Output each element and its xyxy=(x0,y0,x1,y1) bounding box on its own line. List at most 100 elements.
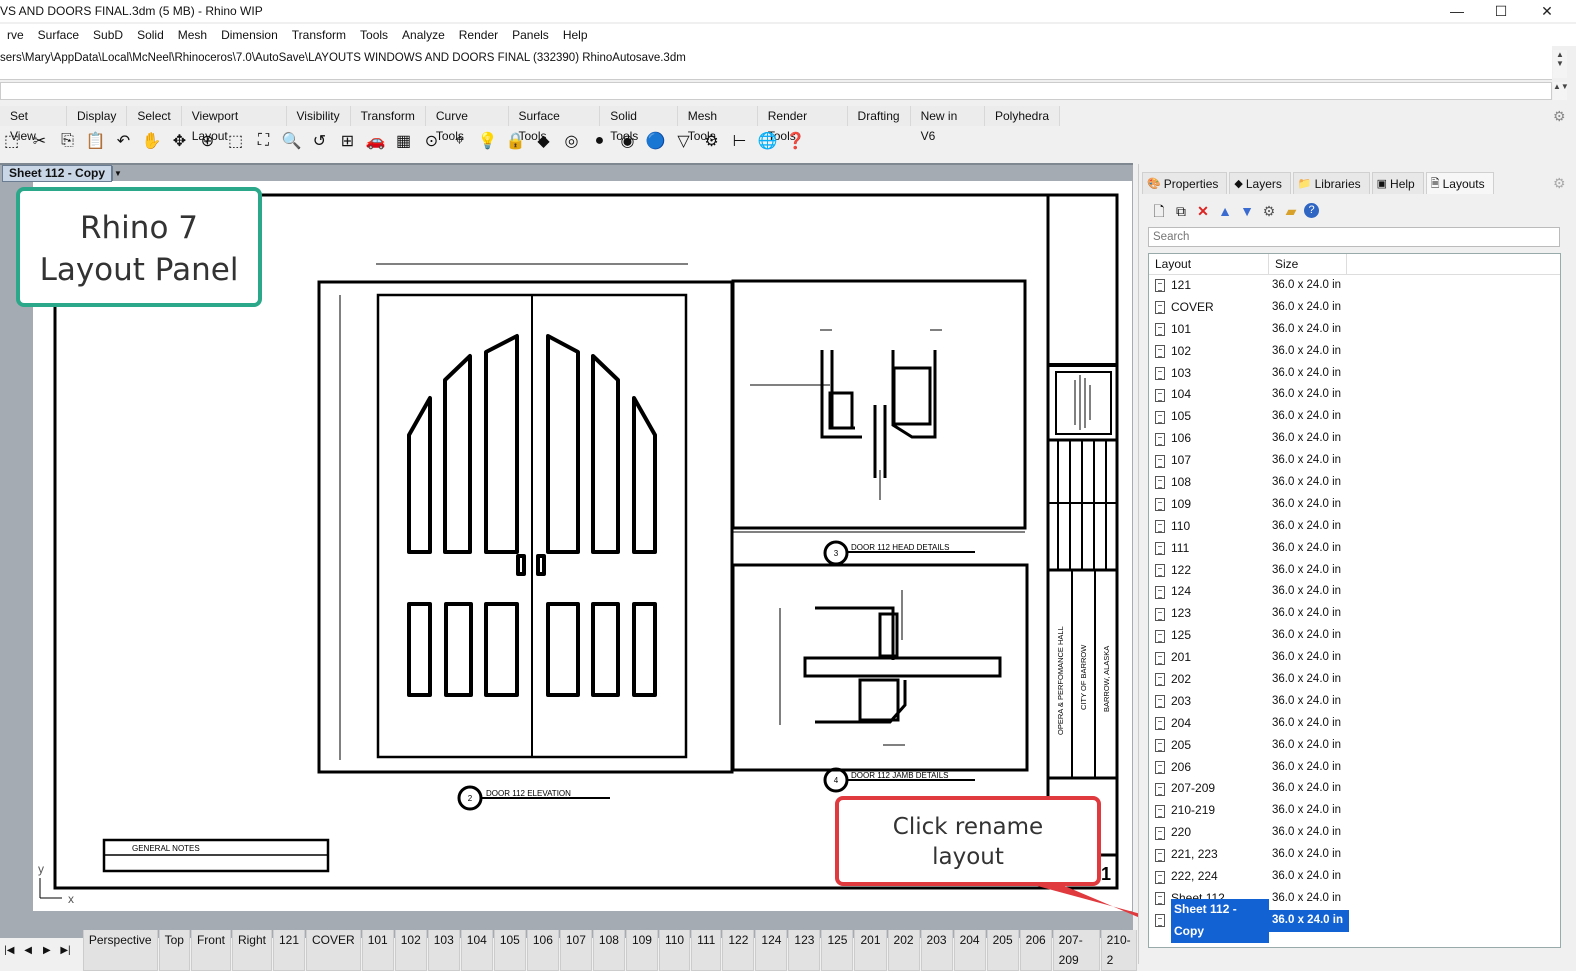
layout-row[interactable]: 107 36.0 x 24.0 in xyxy=(1149,450,1560,472)
layout-tab[interactable]: 101 xyxy=(361,929,394,971)
command-input[interactable] xyxy=(0,82,1552,100)
viewport-grid-icon[interactable]: ⊞ xyxy=(336,130,359,153)
layout-row[interactable]: 220 36.0 x 24.0 in xyxy=(1149,822,1560,844)
layout-name[interactable]: 206 xyxy=(1171,757,1191,779)
pan-icon[interactable]: ✋ xyxy=(140,130,163,153)
layout-row[interactable]: 122 36.0 x 24.0 in xyxy=(1149,560,1560,582)
menu-surface[interactable]: Surface xyxy=(31,24,86,46)
lock-icon[interactable]: 🔒 xyxy=(504,130,527,153)
layout-name[interactable]: Sheet 112 - Copy xyxy=(1171,898,1269,943)
layout-tab[interactable]: 203 xyxy=(920,929,953,971)
layout-tab[interactable]: 106 xyxy=(526,929,559,971)
layout-row[interactable]: COVER 36.0 x 24.0 in xyxy=(1149,297,1560,319)
layout-tab[interactable]: 122 xyxy=(722,929,755,971)
layout-tab[interactable]: Right xyxy=(231,929,272,971)
layer-icon[interactable]: ◆ xyxy=(532,130,555,153)
layout-tab[interactable]: 107 xyxy=(559,929,592,971)
layout-name[interactable]: 103 xyxy=(1171,363,1191,385)
layout-name[interactable]: 202 xyxy=(1171,669,1191,691)
layout-row[interactable]: 202 36.0 x 24.0 in xyxy=(1149,669,1560,691)
layout-row[interactable]: 102 36.0 x 24.0 in xyxy=(1149,341,1560,363)
options-gear-icon[interactable]: ⚙ xyxy=(700,130,723,153)
layout-tab[interactable]: 202 xyxy=(887,929,920,971)
undo-icon[interactable]: ↶ xyxy=(112,130,135,153)
layout-tab[interactable]: 121 xyxy=(272,929,305,971)
layout-row[interactable]: 206 36.0 x 24.0 in xyxy=(1149,757,1560,779)
layout-tab[interactable]: COVER xyxy=(306,929,361,971)
layout-name[interactable]: 107 xyxy=(1171,450,1191,472)
layout-name[interactable]: 222, 224 xyxy=(1171,866,1218,888)
layout-name[interactable]: 125 xyxy=(1171,625,1191,647)
viewport-tab-dropdown-icon[interactable]: ▼ xyxy=(112,166,123,181)
layout-row[interactable]: 108 36.0 x 24.0 in xyxy=(1149,472,1560,494)
gumball-icon[interactable]: ⌖ xyxy=(448,130,471,153)
layout-tab[interactable]: 110 xyxy=(658,929,691,971)
copy-icon[interactable]: ⎘ xyxy=(56,130,79,153)
menu-transform[interactable]: Transform xyxy=(285,24,353,46)
layout-name[interactable]: 122 xyxy=(1171,560,1191,582)
layout-row[interactable]: 110 36.0 x 24.0 in xyxy=(1149,516,1560,538)
menu-mesh[interactable]: Mesh xyxy=(171,24,214,46)
layout-name[interactable]: 221, 223 xyxy=(1171,844,1218,866)
layout-row[interactable]: 123 36.0 x 24.0 in xyxy=(1149,603,1560,625)
layout-tab[interactable]: 109 xyxy=(625,929,658,971)
toolbar-tab[interactable]: Mesh Tools xyxy=(677,106,758,143)
layout-name[interactable]: 205 xyxy=(1171,735,1191,757)
command-spinner[interactable]: ▲▼ xyxy=(1553,82,1569,100)
render-sphere-icon[interactable]: 🔵 xyxy=(644,130,667,153)
layout-tab[interactable]: Perspective xyxy=(82,929,158,971)
panel-tab-layers[interactable]: ◆ Layers xyxy=(1229,172,1291,194)
car-icon[interactable]: 🚗 xyxy=(364,130,387,153)
column-layout[interactable]: Layout xyxy=(1149,254,1269,274)
layout-name[interactable]: 109 xyxy=(1171,494,1191,516)
layout-row[interactable]: 124 36.0 x 24.0 in xyxy=(1149,581,1560,603)
layout-row[interactable]: 103 36.0 x 24.0 in xyxy=(1149,363,1560,385)
zoom-window-icon[interactable]: ⬚ xyxy=(224,130,247,153)
delete-layout-icon[interactable]: ✕ xyxy=(1194,201,1212,221)
layout-settings-icon[interactable]: ⚙ xyxy=(1260,201,1278,221)
prev-tab-icon[interactable]: ◀ xyxy=(19,945,38,956)
menu-panels[interactable]: Panels xyxy=(505,24,556,46)
menu-tools[interactable]: Tools xyxy=(353,24,395,46)
layout-name[interactable]: 108 xyxy=(1171,472,1191,494)
next-tab-icon[interactable]: ▶ xyxy=(37,945,56,956)
viewport-tab[interactable]: Sheet 112 - Copy xyxy=(2,165,113,182)
layout-name[interactable]: COVER xyxy=(1171,297,1214,319)
layout-tab[interactable]: 103 xyxy=(427,929,460,971)
menu-analyze[interactable]: Analyze xyxy=(395,24,452,46)
layout-row[interactable]: 207-209 36.0 x 24.0 in xyxy=(1149,778,1560,800)
toolbar-tab[interactable]: Surface Tools xyxy=(508,106,601,143)
layout-row[interactable]: 106 36.0 x 24.0 in xyxy=(1149,428,1560,450)
layout-tab[interactable]: 201 xyxy=(854,929,887,971)
layout-name[interactable]: 105 xyxy=(1171,406,1191,428)
toolbar-tab[interactable]: Render Tools xyxy=(757,106,848,143)
toolbar-tab[interactable]: Curve Tools xyxy=(425,106,509,143)
menu-render[interactable]: Render xyxy=(452,24,505,46)
analysis-icon[interactable]: ▦ xyxy=(392,130,415,153)
layout-name[interactable]: 102 xyxy=(1171,341,1191,363)
layout-row[interactable]: Sheet 112 - Copy 36.0 x 24.0 in xyxy=(1149,898,1560,943)
toolbar-gear-icon[interactable]: ⚙ xyxy=(1553,108,1566,125)
color-wheel-icon[interactable]: ◎ xyxy=(560,130,583,153)
layout-name[interactable]: 207-209 xyxy=(1171,778,1215,800)
copy-layout-icon[interactable]: ⧉ xyxy=(1172,201,1190,221)
toolbar-tab[interactable]: Solid Tools xyxy=(600,106,678,143)
layout-tab[interactable]: 204 xyxy=(953,929,986,971)
layout-row[interactable]: 210-219 36.0 x 24.0 in xyxy=(1149,800,1560,822)
layout-row[interactable]: 104 36.0 x 24.0 in xyxy=(1149,384,1560,406)
layout-name[interactable]: 204 xyxy=(1171,713,1191,735)
toolbar-tab[interactable]: Display xyxy=(67,106,128,126)
layout-tab[interactable]: Front xyxy=(190,929,231,971)
panel-tab-libraries[interactable]: 📁 Libraries xyxy=(1292,172,1370,194)
shade-icon[interactable]: ● xyxy=(588,130,611,153)
layout-name[interactable]: 201 xyxy=(1171,647,1191,669)
filter-icon[interactable]: ▽ xyxy=(672,130,695,153)
layout-name[interactable]: 121 xyxy=(1171,275,1191,297)
rotate-icon[interactable]: ✥ xyxy=(168,130,191,153)
menu-subd[interactable]: SubD xyxy=(86,24,130,46)
layout-row[interactable]: 109 36.0 x 24.0 in xyxy=(1149,494,1560,516)
layout-tab[interactable]: 205 xyxy=(986,929,1019,971)
move-down-icon[interactable]: ▼ xyxy=(1238,201,1256,221)
move-up-icon[interactable]: ▲ xyxy=(1216,201,1234,221)
layout-row[interactable]: 221, 223 36.0 x 24.0 in xyxy=(1149,844,1560,866)
